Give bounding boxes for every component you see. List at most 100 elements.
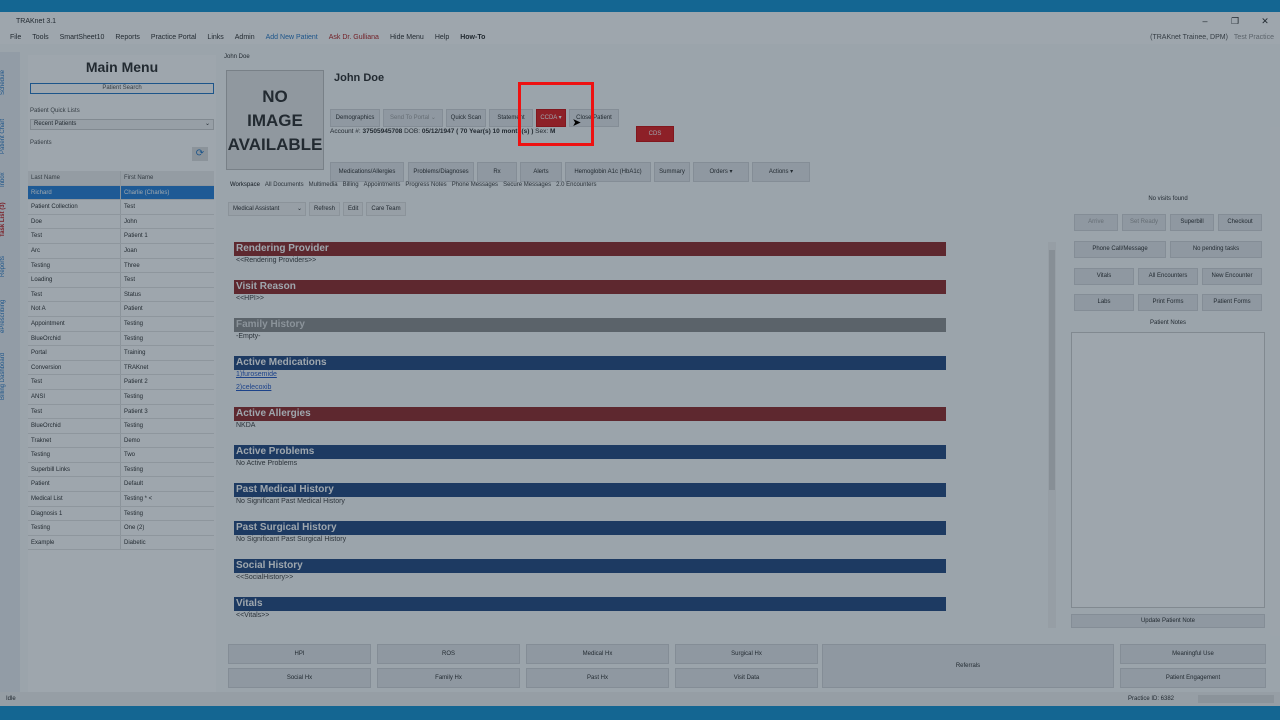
side-tab-billing-dashboard[interactable]: Billing Dashboard bbox=[0, 346, 20, 406]
table-row[interactable]: Testing Three bbox=[28, 258, 214, 274]
table-row[interactable]: BlueOrchid Testing bbox=[28, 331, 214, 347]
table-row[interactable]: Traknet Demo bbox=[28, 433, 214, 449]
chart-tab[interactable]: Progress Notes bbox=[405, 182, 446, 188]
table-row[interactable]: Testing Two bbox=[28, 448, 214, 463]
menu-file[interactable]: File bbox=[10, 34, 21, 41]
chart-tab[interactable]: All Documents bbox=[265, 182, 304, 188]
table-row[interactable]: Appointment Testing bbox=[28, 316, 214, 332]
bottom-nav-button[interactable]: ROS bbox=[377, 644, 520, 664]
role-select[interactable]: Medical Assistant ⌄ bbox=[228, 202, 306, 216]
table-row[interactable]: Not A Patient bbox=[28, 302, 214, 317]
visit-action-button[interactable]: Superbill bbox=[1170, 214, 1214, 231]
bottom-nav-button[interactable]: Social Hx bbox=[228, 668, 371, 688]
chart-tab[interactable]: Workspace bbox=[230, 182, 260, 188]
menu-reports[interactable]: Reports bbox=[115, 34, 140, 41]
send-to-portal-button[interactable]: Send To Portal ⌄ bbox=[383, 109, 443, 127]
section-header[interactable]: Active Allergies bbox=[234, 407, 946, 421]
visit-action-button[interactable]: No pending tasks bbox=[1170, 241, 1262, 258]
bottom-nav-button[interactable]: Medical Hx bbox=[526, 644, 669, 664]
update-patient-note-button[interactable]: Update Patient Note bbox=[1071, 614, 1265, 628]
section-header[interactable]: Active Medications bbox=[234, 356, 946, 370]
section-header[interactable]: Past Medical History bbox=[234, 483, 946, 497]
restore-icon[interactable]: ❐ bbox=[1220, 16, 1250, 27]
table-row[interactable]: BlueOrchid Testing bbox=[28, 419, 214, 434]
menu-hide-menu[interactable]: Hide Menu bbox=[390, 34, 424, 41]
table-row[interactable]: Arc Joan bbox=[28, 243, 214, 259]
section-line[interactable]: 1)furosemide bbox=[234, 370, 946, 383]
table-row[interactable]: Example Diabetic bbox=[28, 535, 214, 551]
side-tab-reports[interactable]: Reports bbox=[0, 246, 20, 286]
chart-tab[interactable]: Billing bbox=[343, 182, 359, 188]
scroll-thumb[interactable] bbox=[1049, 250, 1055, 490]
bottom-nav-button[interactable]: HPI bbox=[228, 644, 371, 664]
menu-practice-portal[interactable]: Practice Portal bbox=[151, 34, 197, 41]
chart-action-button[interactable]: Medications/Allergies bbox=[330, 162, 404, 182]
table-row[interactable]: Portal Training bbox=[28, 346, 214, 361]
side-tab-task-list[interactable]: Task List (3) bbox=[0, 198, 20, 242]
chart-tab[interactable]: Phone Messages bbox=[452, 182, 498, 188]
menu-smartsheet[interactable]: SmartSheet10 bbox=[60, 34, 105, 41]
chart-tab[interactable]: Appointments bbox=[364, 182, 401, 188]
bottom-nav-button[interactable]: Surgical Hx bbox=[675, 644, 818, 664]
chart-action-button[interactable]: Orders ▾ bbox=[693, 162, 749, 182]
menu-help[interactable]: Help bbox=[435, 34, 449, 41]
section-header[interactable]: Visit Reason bbox=[234, 280, 946, 294]
cds-button[interactable]: CDS bbox=[636, 126, 674, 142]
bottom-nav-button[interactable]: Visit Data bbox=[675, 668, 818, 688]
menu-how-to[interactable]: How-To bbox=[460, 34, 485, 41]
table-row[interactable]: Test Patient 1 bbox=[28, 229, 214, 244]
chart-tab[interactable]: 2.0 Encounters bbox=[556, 182, 596, 188]
visit-action-button[interactable]: Patient Forms bbox=[1202, 294, 1262, 311]
table-row[interactable]: Test Status bbox=[28, 287, 214, 303]
chart-action-button[interactable]: Actions ▾ bbox=[752, 162, 810, 182]
side-tab-patient-chart[interactable]: Patient Chart bbox=[0, 110, 20, 162]
visit-action-button[interactable]: Set Ready bbox=[1122, 214, 1166, 231]
patient-engagement-button[interactable]: Patient Engagement bbox=[1120, 668, 1266, 688]
bottom-nav-button[interactable]: Past Hx bbox=[526, 668, 669, 688]
table-row[interactable]: Diagnosis 1 Testing bbox=[28, 506, 214, 522]
workspace-scrollbar[interactable] bbox=[1048, 242, 1056, 628]
meaningful-use-button[interactable]: Meaningful Use bbox=[1120, 644, 1266, 664]
section-header[interactable]: Vitals bbox=[234, 597, 946, 611]
section-line[interactable]: 2)celecoxib bbox=[234, 383, 946, 396]
table-row[interactable]: Patient Collection Test bbox=[28, 200, 214, 215]
section-header[interactable]: Family History bbox=[234, 318, 946, 332]
table-row[interactable]: Superbill Links Testing bbox=[28, 462, 214, 478]
chart-action-button[interactable]: Alerts bbox=[520, 162, 562, 182]
quick-scan-button[interactable]: Quick Scan bbox=[446, 109, 486, 127]
chart-action-button[interactable]: Rx bbox=[477, 162, 517, 182]
minimize-icon[interactable]: – bbox=[1190, 16, 1220, 27]
visit-action-button[interactable]: Phone Call/Message bbox=[1074, 241, 1166, 258]
section-header[interactable]: Rendering Provider bbox=[234, 242, 946, 256]
table-row[interactable]: Richard Charlie (Charles) bbox=[28, 185, 214, 201]
patient-notes-area[interactable] bbox=[1071, 332, 1265, 608]
section-header[interactable]: Past Surgical History bbox=[234, 521, 946, 535]
visit-action-button[interactable]: Vitals bbox=[1074, 268, 1134, 285]
menu-add-new-patient[interactable]: Add New Patient bbox=[266, 34, 318, 41]
table-row[interactable]: Doe John bbox=[28, 214, 214, 230]
visit-action-button[interactable]: Checkout bbox=[1218, 214, 1262, 231]
chart-tab[interactable]: Secure Messages bbox=[503, 182, 551, 188]
visit-action-button[interactable]: New Encounter bbox=[1202, 268, 1262, 285]
chart-action-button[interactable]: Summary bbox=[654, 162, 690, 182]
chart-action-button[interactable]: Problems/Diagnoses bbox=[408, 162, 474, 182]
table-row[interactable]: Testing One (2) bbox=[28, 521, 214, 536]
visit-action-button[interactable]: All Encounters bbox=[1138, 268, 1198, 285]
care-team-button[interactable]: Care Team bbox=[366, 202, 406, 216]
section-header[interactable]: Active Problems bbox=[234, 445, 946, 459]
table-row[interactable]: Loading Test bbox=[28, 273, 214, 288]
refresh-icon[interactable]: ⟳ bbox=[192, 147, 208, 161]
bottom-nav-button[interactable]: Family Hx bbox=[377, 668, 520, 688]
edit-button[interactable]: Edit bbox=[343, 202, 364, 216]
menu-tools[interactable]: Tools bbox=[32, 34, 48, 41]
menu-links[interactable]: Links bbox=[207, 34, 223, 41]
table-row[interactable]: Medical List Testing * < bbox=[28, 492, 214, 507]
table-row[interactable]: Test Patient 2 bbox=[28, 375, 214, 390]
chart-tab[interactable]: Multimedia bbox=[309, 182, 338, 188]
table-row[interactable]: Patient Default bbox=[28, 477, 214, 493]
close-window-icon[interactable]: ✕ bbox=[1250, 16, 1280, 27]
table-row[interactable]: ANSI Testing bbox=[28, 389, 214, 405]
section-header[interactable]: Social History bbox=[234, 559, 946, 573]
menu-admin[interactable]: Admin bbox=[235, 34, 255, 41]
visit-action-button[interactable]: Arrive bbox=[1074, 214, 1118, 231]
